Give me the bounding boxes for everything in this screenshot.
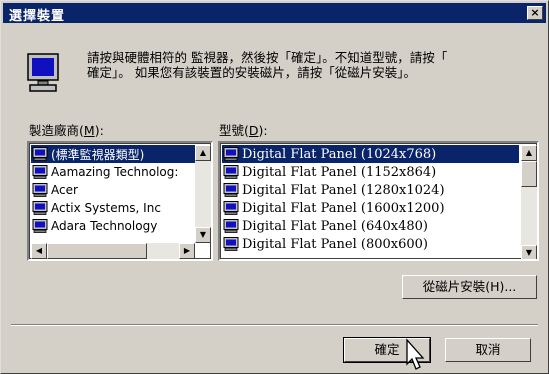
scroll-up-button[interactable]: ▲ <box>195 145 211 161</box>
manufacturer-listbox[interactable]: (標準監視器類型) Aamazing Technolog: Acer Actix Sy… <box>27 141 213 261</box>
separator <box>11 324 538 326</box>
list-item-label: Digital Flat Panel (800x600) <box>242 236 428 252</box>
list-item-label: Digital Flat Panel (640x480) <box>242 218 428 234</box>
list-item[interactable]: Aamazing Technolog: <box>31 163 195 181</box>
title-bar[interactable]: 選擇裝置 × <box>3 3 546 24</box>
monitor-icon <box>32 183 48 197</box>
list-item-label: Digital Flat Panel (1280x1024) <box>242 182 445 198</box>
monitor-icon <box>223 219 239 233</box>
model-label: 型號(D): <box>219 123 268 138</box>
scroll-down-button[interactable]: ▼ <box>521 245 537 259</box>
list-item[interactable]: Digital Flat Panel (1280x1024) <box>222 181 519 199</box>
list-item-label: Digital Flat Panel (1024x768) <box>242 146 437 162</box>
list-item-label: Aamazing Technolog: <box>51 165 179 179</box>
monitor-icon <box>223 183 239 197</box>
list-item-label: (標準監視器類型) <box>51 147 145 162</box>
model-listbox[interactable]: Digital Flat Panel (1024x768) Digital Fla… <box>218 141 539 261</box>
list-item[interactable]: Actix Systems, Inc <box>31 199 195 217</box>
mouse-pointer-icon <box>406 338 425 370</box>
window-title: 選擇裝置 <box>9 9 66 24</box>
manufacturer-label: 製造廠商(M): <box>29 123 104 138</box>
scroll-thumb[interactable] <box>521 161 537 187</box>
list-item[interactable]: Digital Flat Panel (1600x1200) <box>222 199 519 217</box>
list-item[interactable]: Acer <box>31 181 195 199</box>
cancel-button[interactable]: 取消 <box>445 338 531 362</box>
list-item[interactable]: Digital Flat Panel (640x480) <box>222 217 519 235</box>
monitor-icon <box>32 201 48 215</box>
list-item-label: Actix Systems, Inc <box>51 201 161 215</box>
monitor-icon <box>223 147 239 161</box>
list-item[interactable]: Digital Flat Panel (800x600) <box>222 235 519 253</box>
monitor-icon <box>223 165 239 179</box>
list-item-label: Adara Technology <box>51 219 158 233</box>
manufacturer-vertical-scrollbar[interactable]: ▲ ▼ <box>195 145 211 243</box>
list-item-label: Acer <box>51 183 78 197</box>
model-vertical-scrollbar[interactable]: ▲ ▼ <box>521 145 537 259</box>
scroll-right-button[interactable]: ▶ <box>179 243 195 259</box>
select-device-dialog: 選擇裝置 × 請按與硬體相符的 監視器，然後按「確定」。不知道型號，請按「 確定… <box>0 0 549 374</box>
list-item[interactable]: Digital Flat Panel (1152x864) <box>222 163 519 181</box>
list-item[interactable]: (標準監視器類型) <box>31 145 195 163</box>
scroll-down-button[interactable]: ▼ <box>195 227 211 243</box>
manufacturer-horizontal-scrollbar[interactable]: ◀ ▶ <box>31 243 195 259</box>
monitor-icon <box>32 165 48 179</box>
monitor-icon <box>223 237 239 251</box>
scroll-thumb[interactable] <box>47 243 147 259</box>
close-button[interactable]: × <box>527 6 543 20</box>
monitor-icon <box>32 147 48 161</box>
monitor-icon <box>27 53 59 92</box>
have-disk-button[interactable]: 從磁片安裝(H)... <box>402 275 537 299</box>
list-item[interactable]: Digital Flat Panel (1024x768) <box>222 145 519 163</box>
instruction-text: 請按與硬體相符的 監視器，然後按「確定」。不知道型號，請按「 確定」。 如果您有… <box>87 50 448 80</box>
monitor-icon <box>32 219 48 233</box>
list-item-label: Digital Flat Panel (1600x1200) <box>242 200 445 216</box>
scroll-up-button[interactable]: ▲ <box>521 145 537 161</box>
list-item-label: Digital Flat Panel (1152x864) <box>242 164 437 180</box>
monitor-icon <box>223 201 239 215</box>
list-item[interactable]: Adara Technology <box>31 217 195 235</box>
scroll-left-button[interactable]: ◀ <box>31 243 47 259</box>
